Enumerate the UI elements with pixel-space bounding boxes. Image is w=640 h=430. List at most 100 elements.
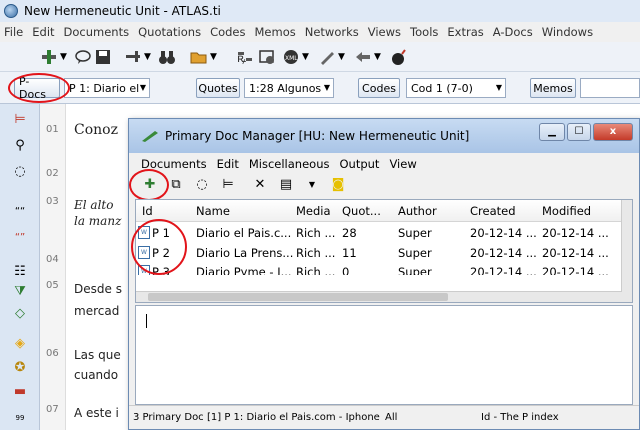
code-family-icon[interactable]: ◇ bbox=[12, 306, 28, 322]
p-doc-select[interactable]: P 1: Diario el ▼ bbox=[64, 78, 150, 98]
code-list-icon[interactable]: ☷ bbox=[12, 264, 28, 280]
table-row[interactable]: W P 3 Diario Pyme - I... Rich ... 0 Supe… bbox=[136, 263, 622, 275]
new-document-icon[interactable]: ✚ bbox=[141, 176, 159, 194]
minimize-button[interactable]: ▁ bbox=[539, 123, 565, 141]
status-filter: All bbox=[385, 412, 398, 423]
doc-text: Desde s bbox=[74, 282, 122, 296]
cell-name: Diario el Pais.c... bbox=[196, 226, 292, 240]
pen-icon[interactable] bbox=[318, 48, 336, 66]
code-icon[interactable]: ⊨ bbox=[12, 112, 28, 128]
codes-button[interactable]: Codes bbox=[358, 78, 400, 98]
window-title: New Hermeneutic Unit - ATLAS.ti bbox=[24, 4, 221, 18]
menu-codes[interactable]: Codes bbox=[210, 25, 245, 39]
delete-icon[interactable]: ✕ bbox=[251, 176, 269, 194]
horizontal-scrollbar[interactable] bbox=[136, 291, 622, 302]
cell-created: 20-12-14 ... bbox=[470, 226, 537, 240]
view-list-icon[interactable]: ▤ bbox=[277, 176, 295, 194]
quote-icon[interactable]: ““ bbox=[12, 204, 28, 220]
code-select[interactable]: Cod 1 (7-0) ▼ bbox=[406, 78, 506, 98]
menu-extras[interactable]: Extras bbox=[447, 25, 483, 39]
new-hu-icon[interactable] bbox=[40, 48, 58, 66]
menu-edit[interactable]: Edit bbox=[32, 25, 54, 39]
comment-icon[interactable] bbox=[74, 48, 92, 66]
open-folder-icon[interactable] bbox=[190, 48, 208, 66]
menu-documents[interactable]: Documents bbox=[64, 25, 130, 39]
column-header-created[interactable]: Created bbox=[470, 204, 516, 218]
copy-icon[interactable]: ⧉ bbox=[167, 176, 185, 194]
menu-file[interactable]: File bbox=[4, 25, 23, 39]
line-number: 05 bbox=[46, 280, 59, 291]
eraser-icon[interactable]: ▬ bbox=[12, 384, 28, 400]
comment-icon[interactable]: ◌ bbox=[12, 164, 28, 180]
p-docs-button[interactable]: P-Docs bbox=[14, 75, 60, 101]
line-number: 07 bbox=[46, 404, 59, 415]
cell-media: Rich ... bbox=[296, 226, 336, 240]
doc-text: A este i bbox=[74, 406, 119, 420]
quote-select[interactable]: 1:28 Algunos ▼ bbox=[244, 78, 334, 98]
memos-button[interactable]: Memos bbox=[530, 78, 576, 98]
star-icon[interactable]: ✪ bbox=[12, 360, 28, 376]
maximize-button[interactable]: ☐ bbox=[567, 123, 591, 141]
dropdown-arrow-icon[interactable]: ▼ bbox=[303, 176, 321, 194]
cell-name: Diario La Prens... bbox=[196, 246, 294, 260]
dialog-menu-output[interactable]: Output bbox=[339, 157, 379, 171]
memo-select[interactable] bbox=[580, 78, 640, 98]
menu-tools[interactable]: Tools bbox=[410, 25, 438, 39]
search-icon[interactable]: ⚲ bbox=[12, 138, 28, 154]
xml-icon[interactable]: XML bbox=[282, 48, 300, 66]
dialog-menu-miscellaneous[interactable]: Miscellaneous bbox=[249, 157, 330, 171]
comment-editor[interactable] bbox=[135, 305, 633, 405]
line-number: 02 bbox=[46, 168, 59, 179]
line-numbers: 01 02 03 04 05 06 07 bbox=[40, 104, 66, 430]
line-number: 06 bbox=[46, 348, 59, 359]
filter-icon[interactable]: ⧩ bbox=[12, 284, 28, 300]
cell-created: 20-12-14 ... bbox=[470, 265, 537, 275]
bomb-icon[interactable] bbox=[390, 48, 408, 66]
p-doc-select-value: P 1: Diario el bbox=[69, 81, 140, 95]
dialog-menubar: Documents Edit Miscellaneous Output View bbox=[129, 155, 639, 173]
quote-select-value: 1:28 Algunos bbox=[249, 81, 322, 95]
scrollbar-thumb[interactable] bbox=[148, 293, 448, 301]
dialog-titlebar[interactable]: Primary Doc Manager [HU: New Hermeneutic… bbox=[129, 119, 639, 153]
table-row[interactable]: W P 2 Diario La Prens... Rich ... 11 Sup… bbox=[136, 244, 622, 262]
column-header-modified[interactable]: Modified bbox=[542, 204, 591, 218]
dialog-menu-view[interactable]: View bbox=[389, 157, 416, 171]
menu-memos[interactable]: Memos bbox=[255, 25, 296, 39]
dropdown-arrow-icon[interactable]: ▼ bbox=[210, 52, 228, 70]
assign-icon[interactable] bbox=[124, 48, 142, 66]
menu-windows[interactable]: Windows bbox=[542, 25, 593, 39]
back-arrow-icon[interactable] bbox=[354, 48, 372, 66]
quotes-button[interactable]: Quotes bbox=[196, 78, 240, 98]
vertical-scrollbar[interactable] bbox=[621, 200, 632, 302]
menu-views[interactable]: Views bbox=[368, 25, 401, 39]
cell-author: Super bbox=[398, 265, 432, 275]
menu-a-docs[interactable]: A-Docs bbox=[493, 25, 533, 39]
save-icon[interactable] bbox=[94, 48, 112, 66]
column-header-name[interactable]: Name bbox=[196, 204, 230, 218]
diamond-icon[interactable]: ◈ bbox=[12, 336, 28, 352]
column-header-quotations[interactable]: Quot... bbox=[342, 204, 381, 218]
query-tool-icon[interactable] bbox=[258, 48, 276, 66]
filter-icon[interactable]: ◙ bbox=[329, 176, 347, 194]
menu-networks[interactable]: Networks bbox=[305, 25, 359, 39]
cell-author: Super bbox=[398, 226, 432, 240]
menu-quotations[interactable]: Quotations bbox=[138, 25, 201, 39]
binoculars-icon[interactable] bbox=[158, 48, 176, 66]
column-header-id[interactable]: Id bbox=[142, 204, 153, 218]
assign-icon[interactable]: ⊨ bbox=[219, 176, 237, 194]
dialog-menu-documents[interactable]: Documents bbox=[141, 157, 207, 171]
primary-docs-table: Id Name Media Quot... Author Created Mod… bbox=[135, 199, 633, 303]
cell-modified: 20-12-14 ... bbox=[542, 226, 609, 240]
close-button[interactable]: x bbox=[593, 123, 633, 141]
quote-link-icon[interactable]: “” bbox=[12, 230, 28, 246]
column-header-media[interactable]: Media bbox=[296, 204, 331, 218]
comment-icon[interactable]: ◌ bbox=[193, 176, 211, 194]
column-header-author[interactable]: Author bbox=[398, 204, 437, 218]
status-count: 3 Primary Doc bbox=[133, 412, 204, 423]
dialog-toolbar: ✚ ⧉ ◌ ⊨ ✕ ▤ ▼ ◙ bbox=[129, 173, 639, 197]
zoom-icon[interactable]: 99 bbox=[12, 410, 28, 426]
network-icon[interactable]: ꝶ bbox=[236, 48, 254, 66]
dialog-menu-edit[interactable]: Edit bbox=[217, 157, 239, 171]
table-row[interactable]: W P 1 Diario el Pais.c... Rich ... 28 Su… bbox=[136, 224, 622, 242]
code-select-value: Cod 1 (7-0) bbox=[411, 81, 473, 95]
